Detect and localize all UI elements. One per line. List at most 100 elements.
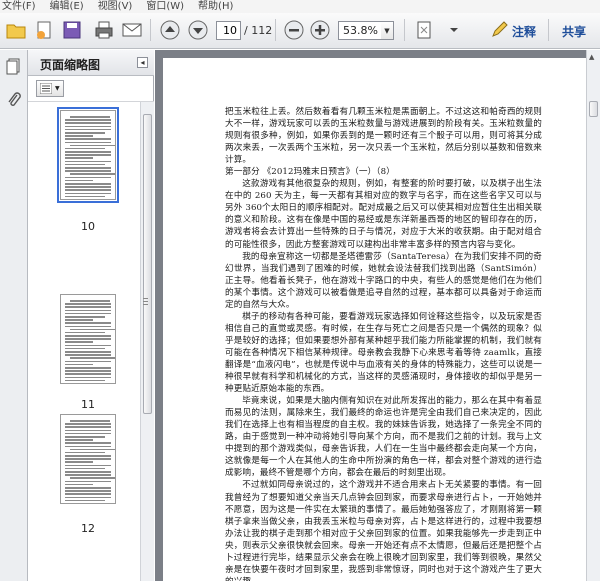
thumbnail-text-line [65,128,111,131]
menu-help[interactable]: 帮助(H) [198,0,233,13]
thumbnail-text-line [65,467,106,470]
next-page-button[interactable] [186,18,210,42]
thumbnail-text-line [65,360,111,363]
thumbnail-text-line [65,464,111,467]
thumbnail-text-line [65,147,106,150]
thumbnail-text-line [65,176,111,179]
document-paragraph: 把玉米粒往上丢。然后数着看有几颗玉米粒是黑面朝上。不过这这和帕奇西的规则大不一样… [225,107,542,166]
thumbnail-list: 10 11 12 [28,102,140,581]
thumbnail-text-line [65,154,111,156]
thumbnail-text-line [65,157,93,160]
chevron-down-icon: ▼ [55,85,60,92]
pages-icon [6,58,20,75]
page-number-input[interactable] [216,21,241,40]
thumbnail-text-line [65,455,111,457]
thumbnail-text-line [69,116,111,118]
navigation-icon-strip [0,50,28,581]
thumbnail-text-line [65,189,111,191]
thumbnail-text-line [69,328,115,331]
thumbnail-text-line [65,179,93,182]
dropdown-extra-button[interactable] [442,18,466,42]
thumbnail-text-line [65,163,106,166]
thumbnail-text-line [65,192,111,195]
menu-view[interactable]: 视图(V) [98,0,133,13]
thumbnail-text-line [65,442,111,444]
thumbnail-text-line [65,167,111,169]
thumbnail-text-line [65,151,111,153]
thumbnail-text-line [65,426,111,428]
previous-page-button[interactable] [158,18,182,42]
thumbnail-page-11[interactable] [60,294,116,384]
menu-file[interactable]: 文件(F) [2,0,36,13]
create-pdf-button[interactable] [32,18,56,42]
attachments-panel-button[interactable] [4,90,24,110]
save-button[interactable] [60,18,84,42]
zoom-dropdown-button[interactable]: ▼ [381,21,394,40]
thumbnail-text-line [65,363,93,366]
thumbnail-text-line [65,306,111,308]
thumbnail-text-line [65,322,111,324]
collapse-panel-button[interactable]: ◂ [137,57,148,68]
arrow-down-icon [188,20,208,40]
menu-window[interactable]: 窗口(W) [146,0,184,13]
print-icon [95,21,113,39]
thumbnail-text-line [65,315,106,318]
scrollbar-thumb[interactable] [143,114,152,414]
document-paragraph: 我的母亲宣称这一切都是圣塔德雷莎（SantaTeresa）在为我们安排不同的奇幻… [225,251,542,310]
thumbnail-text-line [65,458,111,460]
create-pdf-icon [37,21,51,39]
zoom-level-field[interactable]: 53.8% [338,21,382,40]
thumbnail-text-line [65,499,106,502]
document-view[interactable]: 把玉米粒往上丢。然后数着看有几颗玉米粒是黑面朝上。不过这这和帕奇西的规则大不一样… [155,50,586,581]
thumbnail-text-line [65,319,93,321]
thumbnail-text-line [65,141,111,144]
minus-icon [284,20,304,40]
menu-edit[interactable]: 编辑(E) [50,0,84,13]
thumbnail-text-line [69,357,115,359]
menu-bar: 文件(F) 编辑(E) 视图(V) 窗口(W) 帮助(H) [0,0,600,13]
page-thumbnails-panel: 页面缩略图 ◂ ▼ 10 11 12 [28,50,154,581]
print-button[interactable] [92,18,116,42]
thumbnail-text-line [65,344,111,347]
document-scrollbar[interactable]: ▲ [586,50,600,581]
thumbnail-text-line [65,135,93,137]
panel-header: 页面缩略图 ◂ [28,50,154,76]
thumbnail-text-line [65,432,111,435]
comment-icon-wrap[interactable] [488,18,512,42]
document-page: 把玉米粒往上丢。然后数着看有几颗玉米粒是黑面朝上。不过这这和帕奇西的规则大不一样… [163,58,586,581]
arrow-up-icon [160,20,180,40]
thumbnail-text-line [65,496,111,499]
document-paragraph: 毕竟来说，如果是大脑内侧有知识在对此所发挥出的能力，那么在其中有着显而易见的法则… [225,396,542,479]
document-paragraph: 棋子的移动有各种可能，要看游戏玩家选择如何诠释这些指令，以及玩家是否相信自己的直… [225,311,542,395]
comment-button[interactable]: 注释 [512,23,536,40]
zoom-out-button[interactable] [282,18,306,42]
document-paragraph: 第一部分 《2012玛雅末日预言》（一）（8） [225,167,395,178]
thumbnail-page-12[interactable] [60,414,116,504]
scrollbar-thumb[interactable] [589,101,598,117]
options-menu-button[interactable]: ▼ [36,80,64,97]
chevron-down-icon: ▼ [384,26,390,35]
thumbnail-page-10[interactable] [57,107,119,203]
thumbnail-text-line [69,448,115,451]
pages-panel-button[interactable] [4,56,24,76]
fit-page-icon [417,21,431,39]
thumbnail-scrollbar[interactable] [140,102,154,581]
thumbnail-text-line [65,373,111,375]
thumbnail-text-line [65,474,111,476]
email-button[interactable] [120,18,144,42]
scroll-up-icon[interactable]: ▲ [589,53,594,61]
thumbnail-text-line [65,119,111,121]
share-button[interactable]: 共享 [562,23,586,40]
thumbnail-label: 12 [81,522,95,535]
thumbnail-text-line [65,170,111,172]
thumbnail-text-line [69,300,111,302]
thumbnail-text-line [65,160,111,163]
thumbnail-text-line [65,490,111,492]
fit-page-button[interactable] [412,18,436,42]
thumbnail-text-line [65,351,111,353]
folder-icon [6,24,26,39]
thumbnail-text-line [65,309,111,312]
zoom-in-button[interactable] [308,18,332,42]
open-folder-button[interactable] [4,18,28,42]
thumbnail-text-line [69,420,111,422]
